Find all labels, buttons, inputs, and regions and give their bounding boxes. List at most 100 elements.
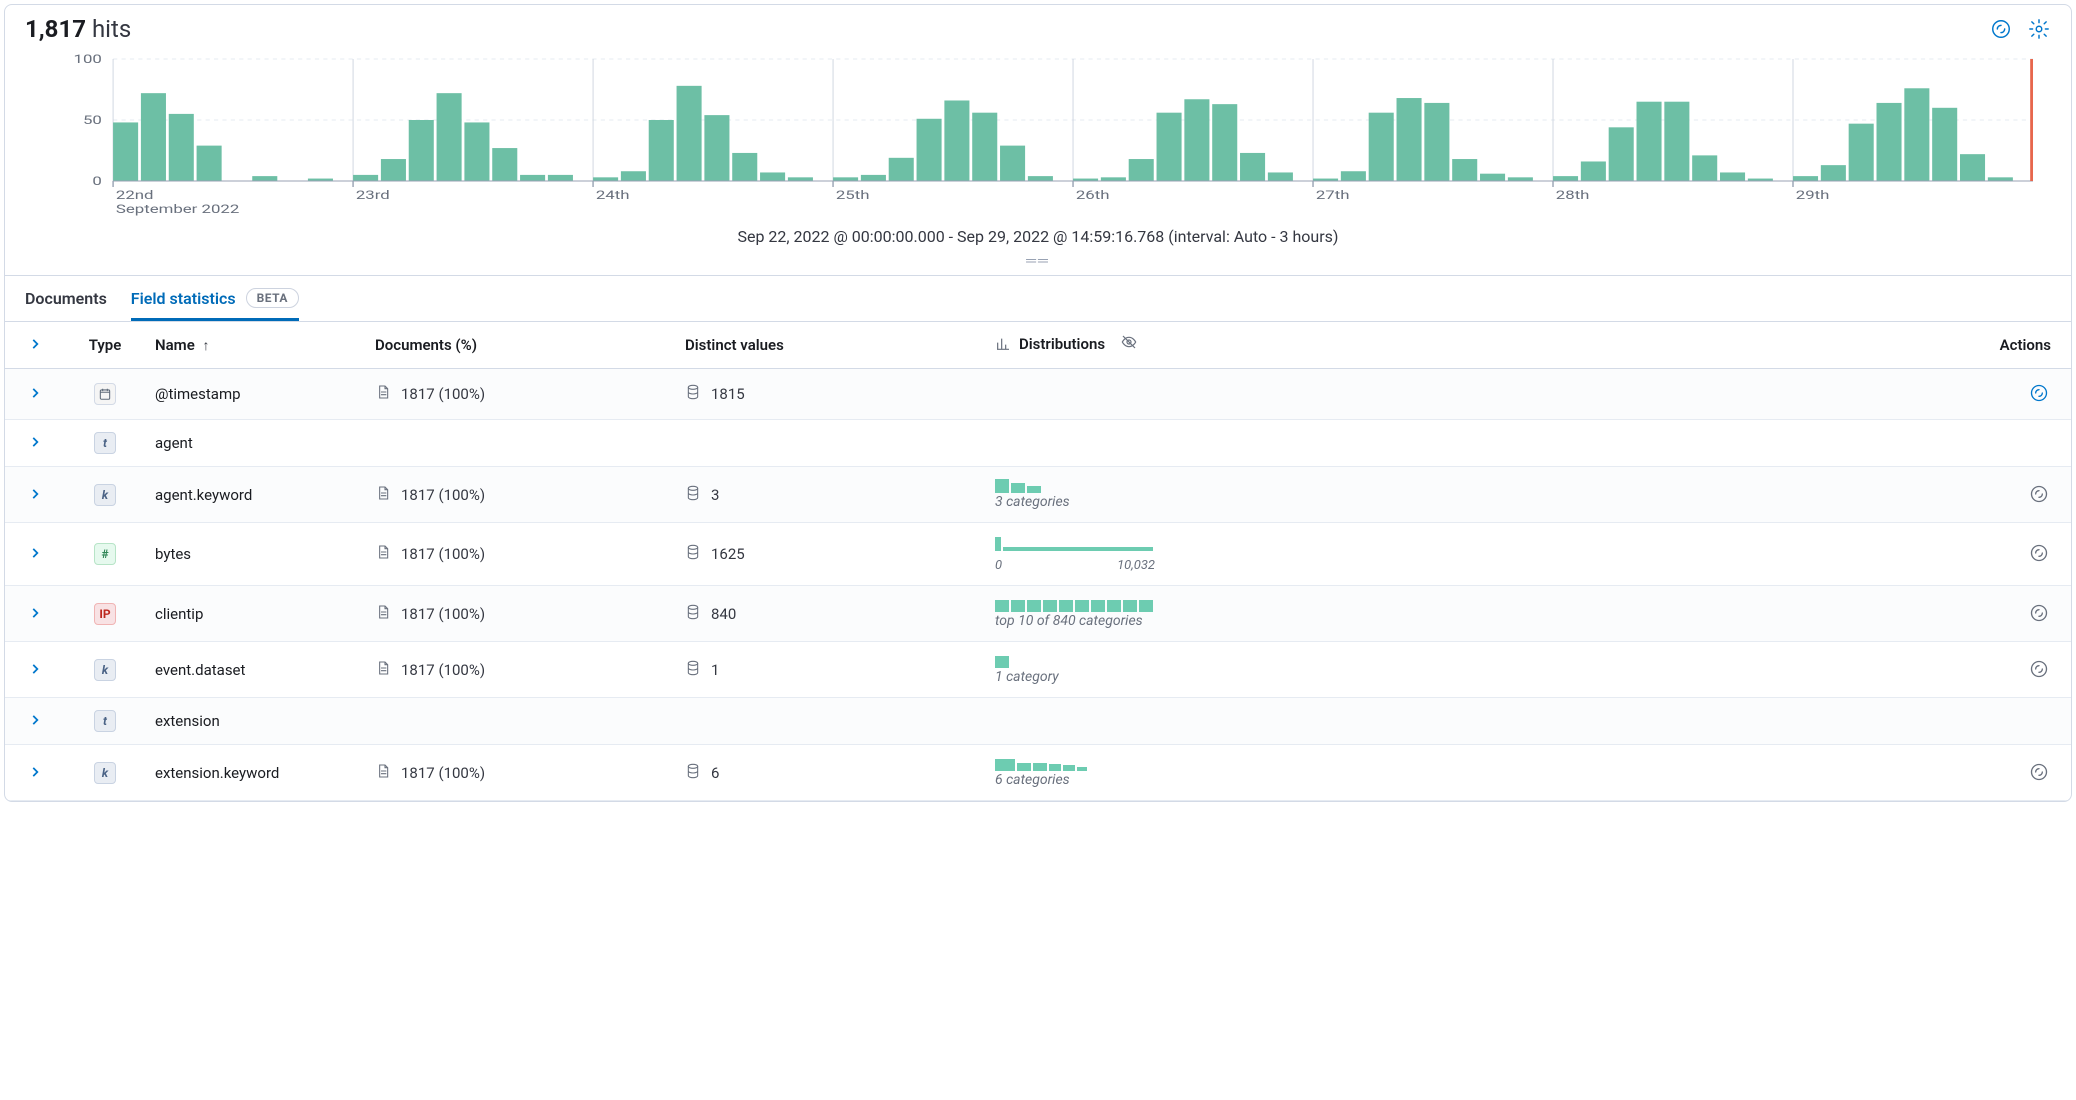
field-actions xyxy=(1981,642,2071,698)
field-distinct: 1625 xyxy=(675,523,985,586)
field-name[interactable]: agent.keyword xyxy=(145,467,365,523)
chevron-right-icon[interactable] xyxy=(26,763,44,781)
field-type-token: t xyxy=(94,432,116,454)
hits-actions xyxy=(1989,17,2051,41)
svg-text:29th: 29th xyxy=(1796,187,1830,202)
field-distinct: 840 xyxy=(675,586,985,642)
field-name[interactable]: event.dataset xyxy=(145,642,365,698)
field-name[interactable]: clientip xyxy=(145,586,365,642)
document-icon xyxy=(375,660,391,680)
resize-handle-icon[interactable]: ══ xyxy=(5,252,2071,275)
document-icon xyxy=(375,604,391,624)
chevron-right-icon[interactable] xyxy=(26,604,44,622)
beta-badge: BETA xyxy=(246,288,299,308)
lens-icon[interactable] xyxy=(1989,17,2013,41)
field-docs: 1817 (100%) xyxy=(365,467,675,523)
document-icon xyxy=(375,763,391,783)
table-row: kextension.keyword1817 (100%)66 categori… xyxy=(5,745,2071,801)
field-distribution: 6 categories xyxy=(985,745,1981,801)
explore-in-lens-icon[interactable] xyxy=(2027,482,2051,506)
explore-in-lens-icon[interactable] xyxy=(2027,760,2051,784)
explore-in-lens-icon[interactable] xyxy=(2027,541,2051,565)
field-type-token: IP xyxy=(94,603,116,625)
chevron-right-icon[interactable] xyxy=(26,335,44,353)
field-actions xyxy=(1981,698,2071,745)
field-distribution: 1 category xyxy=(985,642,1981,698)
chevron-right-icon[interactable] xyxy=(26,660,44,678)
header-docs[interactable]: Documents (%) xyxy=(365,322,675,369)
field-distribution xyxy=(985,420,1981,467)
header-name[interactable]: Name ↑ xyxy=(145,322,365,369)
table-row: t extension xyxy=(5,698,2071,745)
histogram-chart[interactable]: 05010022nd23rd24th25th26th27th28th29thSe… xyxy=(5,43,2071,252)
gear-icon[interactable] xyxy=(2027,17,2051,41)
field-docs: 1817 (100%) xyxy=(365,369,675,420)
field-distinct: 6 xyxy=(675,745,985,801)
field-docs: 1817 (100%) xyxy=(365,642,675,698)
field-actions xyxy=(1981,523,2071,586)
header-actions: Actions xyxy=(1981,322,2071,369)
database-icon xyxy=(685,384,701,404)
table-row: #bytes1817 (100%)1625010,032 xyxy=(5,523,2071,586)
eye-off-icon[interactable] xyxy=(1121,334,1137,354)
sort-asc-icon: ↑ xyxy=(203,338,210,354)
field-name[interactable]: extension xyxy=(145,698,365,745)
chevron-right-icon[interactable] xyxy=(26,544,44,562)
explore-in-lens-icon[interactable] xyxy=(2027,381,2051,405)
explore-in-lens-icon[interactable] xyxy=(2027,601,2051,625)
table-row: t agent xyxy=(5,420,2071,467)
field-stats-table: Type Name ↑ Documents (%) Distinct value… xyxy=(5,322,2071,801)
svg-text:September 2022: September 2022 xyxy=(116,201,239,216)
database-icon xyxy=(685,485,701,505)
svg-text:25th: 25th xyxy=(836,187,870,202)
explore-in-lens-icon[interactable] xyxy=(2027,657,2051,681)
field-name[interactable]: bytes xyxy=(145,523,365,586)
svg-text:26th: 26th xyxy=(1076,187,1110,202)
field-distinct xyxy=(675,698,985,745)
database-icon xyxy=(685,604,701,624)
field-type-token xyxy=(94,383,116,405)
header-type[interactable]: Type xyxy=(65,322,145,369)
chevron-right-icon[interactable] xyxy=(26,433,44,451)
chevron-right-icon[interactable] xyxy=(26,485,44,503)
table-header-row: Type Name ↑ Documents (%) Distinct value… xyxy=(5,322,2071,369)
field-type-token: t xyxy=(94,710,116,732)
header-distinct[interactable]: Distinct values xyxy=(675,322,985,369)
header-distributions[interactable]: Distributions xyxy=(985,322,1981,369)
hits-count: 1,817 hits xyxy=(25,15,131,43)
field-name[interactable]: @timestamp xyxy=(145,369,365,420)
svg-text:100: 100 xyxy=(74,51,102,66)
field-name[interactable]: extension.keyword xyxy=(145,745,365,801)
tab-documents[interactable]: Documents xyxy=(25,277,107,321)
field-docs: 1817 (100%) xyxy=(365,586,675,642)
header-name-label: Name xyxy=(155,336,195,354)
chart-caption: Sep 22, 2022 @ 00:00:00.000 - Sep 29, 20… xyxy=(29,221,2047,248)
field-type-token: # xyxy=(94,543,116,565)
hits-header: 1,817 hits xyxy=(5,5,2071,43)
field-docs xyxy=(365,420,675,467)
field-actions xyxy=(1981,369,2071,420)
database-icon xyxy=(685,660,701,680)
chevron-right-icon[interactable] xyxy=(26,711,44,729)
table-row: kagent.keyword1817 (100%)33 categories xyxy=(5,467,2071,523)
chevron-right-icon[interactable] xyxy=(26,384,44,402)
tab-field-statistics[interactable]: Field statistics BETA xyxy=(131,276,299,321)
field-actions xyxy=(1981,467,2071,523)
field-docs: 1817 (100%) xyxy=(365,745,675,801)
field-distribution xyxy=(985,698,1981,745)
field-distinct: 1 xyxy=(675,642,985,698)
document-icon xyxy=(375,485,391,505)
field-distribution: 010,032 xyxy=(985,523,1981,586)
field-name[interactable]: agent xyxy=(145,420,365,467)
svg-text:27th: 27th xyxy=(1316,187,1350,202)
field-actions xyxy=(1981,745,2071,801)
svg-text:24th: 24th xyxy=(596,187,630,202)
header-distributions-label: Distributions xyxy=(1019,335,1105,353)
header-expand[interactable] xyxy=(5,322,65,369)
field-type-token: k xyxy=(94,659,116,681)
svg-text:50: 50 xyxy=(83,112,102,127)
field-distinct xyxy=(675,420,985,467)
database-icon xyxy=(685,763,701,783)
field-distribution: top 10 of 840 categories xyxy=(985,586,1981,642)
table-row: k event.dataset1817 (100%)11 category xyxy=(5,642,2071,698)
